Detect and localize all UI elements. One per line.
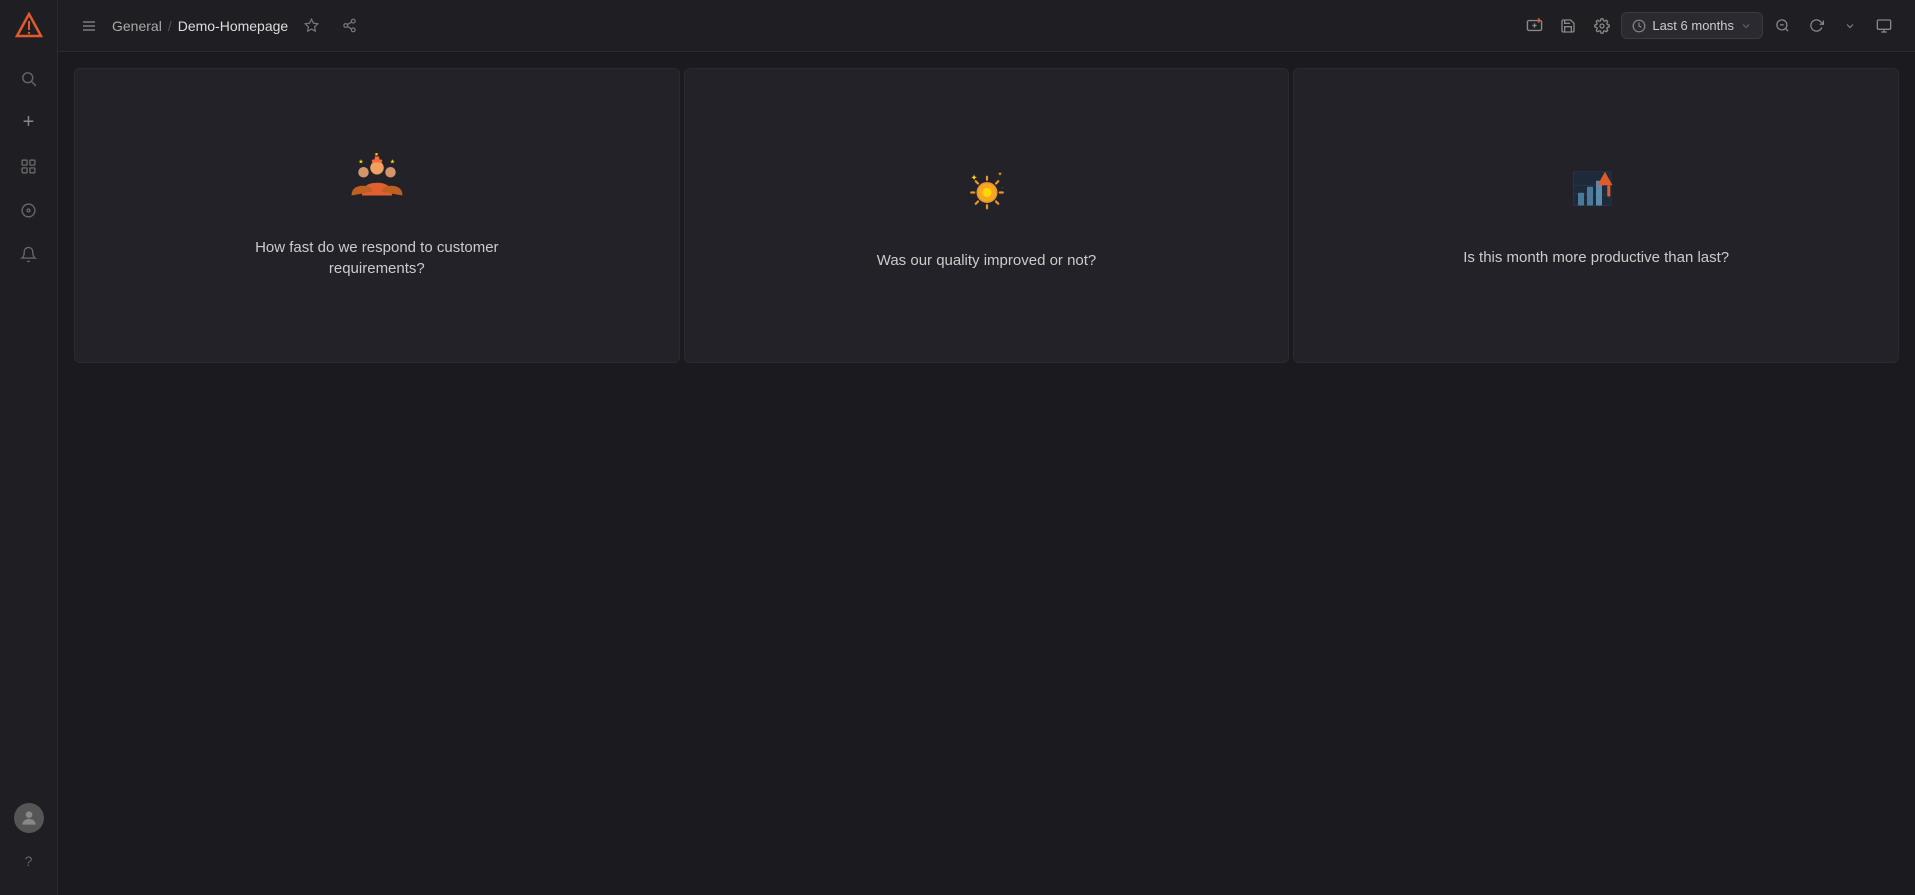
time-filter-button[interactable]: Last 6 months	[1621, 12, 1763, 39]
zoom-out-button[interactable]	[1767, 11, 1797, 41]
card-productivity[interactable]: Is this month more productive than last?	[1293, 68, 1899, 363]
card-2-title: Was our quality improved or not?	[877, 250, 1097, 271]
cards-row: ★ ★ ★ How fast do we respond to customer…	[74, 68, 1899, 363]
add-panel-button[interactable]	[1519, 11, 1549, 41]
svg-text:★: ★	[390, 158, 395, 165]
card-3-title: Is this month more productive than last?	[1463, 247, 1729, 268]
share-button[interactable]	[334, 11, 364, 41]
main-content: General / Demo-Homepage	[58, 0, 1915, 895]
breadcrumb: General / Demo-Homepage	[112, 18, 288, 34]
settings-button[interactable]	[1587, 11, 1617, 41]
topbar: General / Demo-Homepage	[58, 0, 1915, 52]
card-1-title: How fast do we respond to customer requi…	[237, 237, 517, 279]
card-3-icon	[1566, 163, 1626, 227]
sidebar-explore[interactable]	[11, 192, 47, 228]
topbar-right-controls: Last 6 months	[1519, 11, 1899, 41]
svg-text:·: ·	[1002, 185, 1004, 191]
card-quality[interactable]: ✦ ✦ · Was our quality improved or not?	[684, 68, 1290, 363]
sidebar-help[interactable]: ?	[11, 843, 47, 879]
sidebar-search[interactable]	[11, 60, 47, 96]
app-logo[interactable]	[15, 12, 43, 40]
sidebar-add[interactable]: +	[11, 104, 47, 140]
menu-icon[interactable]	[74, 11, 104, 41]
svg-text:✦: ✦	[997, 171, 1002, 178]
breadcrumb-separator: /	[168, 18, 172, 34]
svg-text:★: ★	[358, 158, 363, 165]
star-button[interactable]	[296, 11, 326, 41]
save-button[interactable]	[1553, 11, 1583, 41]
card-2-icon: ✦ ✦ ·	[957, 161, 1017, 230]
time-filter-label: Last 6 months	[1652, 18, 1734, 33]
breadcrumb-parent[interactable]: General	[112, 18, 162, 34]
monitor-button[interactable]	[1869, 11, 1899, 41]
svg-text:✦: ✦	[970, 173, 977, 182]
user-avatar[interactable]	[14, 803, 44, 833]
card-1-icon: ★ ★ ★	[347, 153, 407, 217]
card-customer-response[interactable]: ★ ★ ★ How fast do we respond to customer…	[74, 68, 680, 363]
sidebar-dashboards[interactable]	[11, 148, 47, 184]
chevron-button[interactable]	[1835, 11, 1865, 41]
dashboard-content: ★ ★ ★ How fast do we respond to customer…	[58, 52, 1915, 895]
sidebar-notifications[interactable]	[11, 236, 47, 272]
sidebar: + ?	[0, 0, 58, 895]
breadcrumb-current: Demo-Homepage	[178, 18, 289, 34]
refresh-button[interactable]	[1801, 11, 1831, 41]
svg-text:★: ★	[374, 153, 379, 158]
